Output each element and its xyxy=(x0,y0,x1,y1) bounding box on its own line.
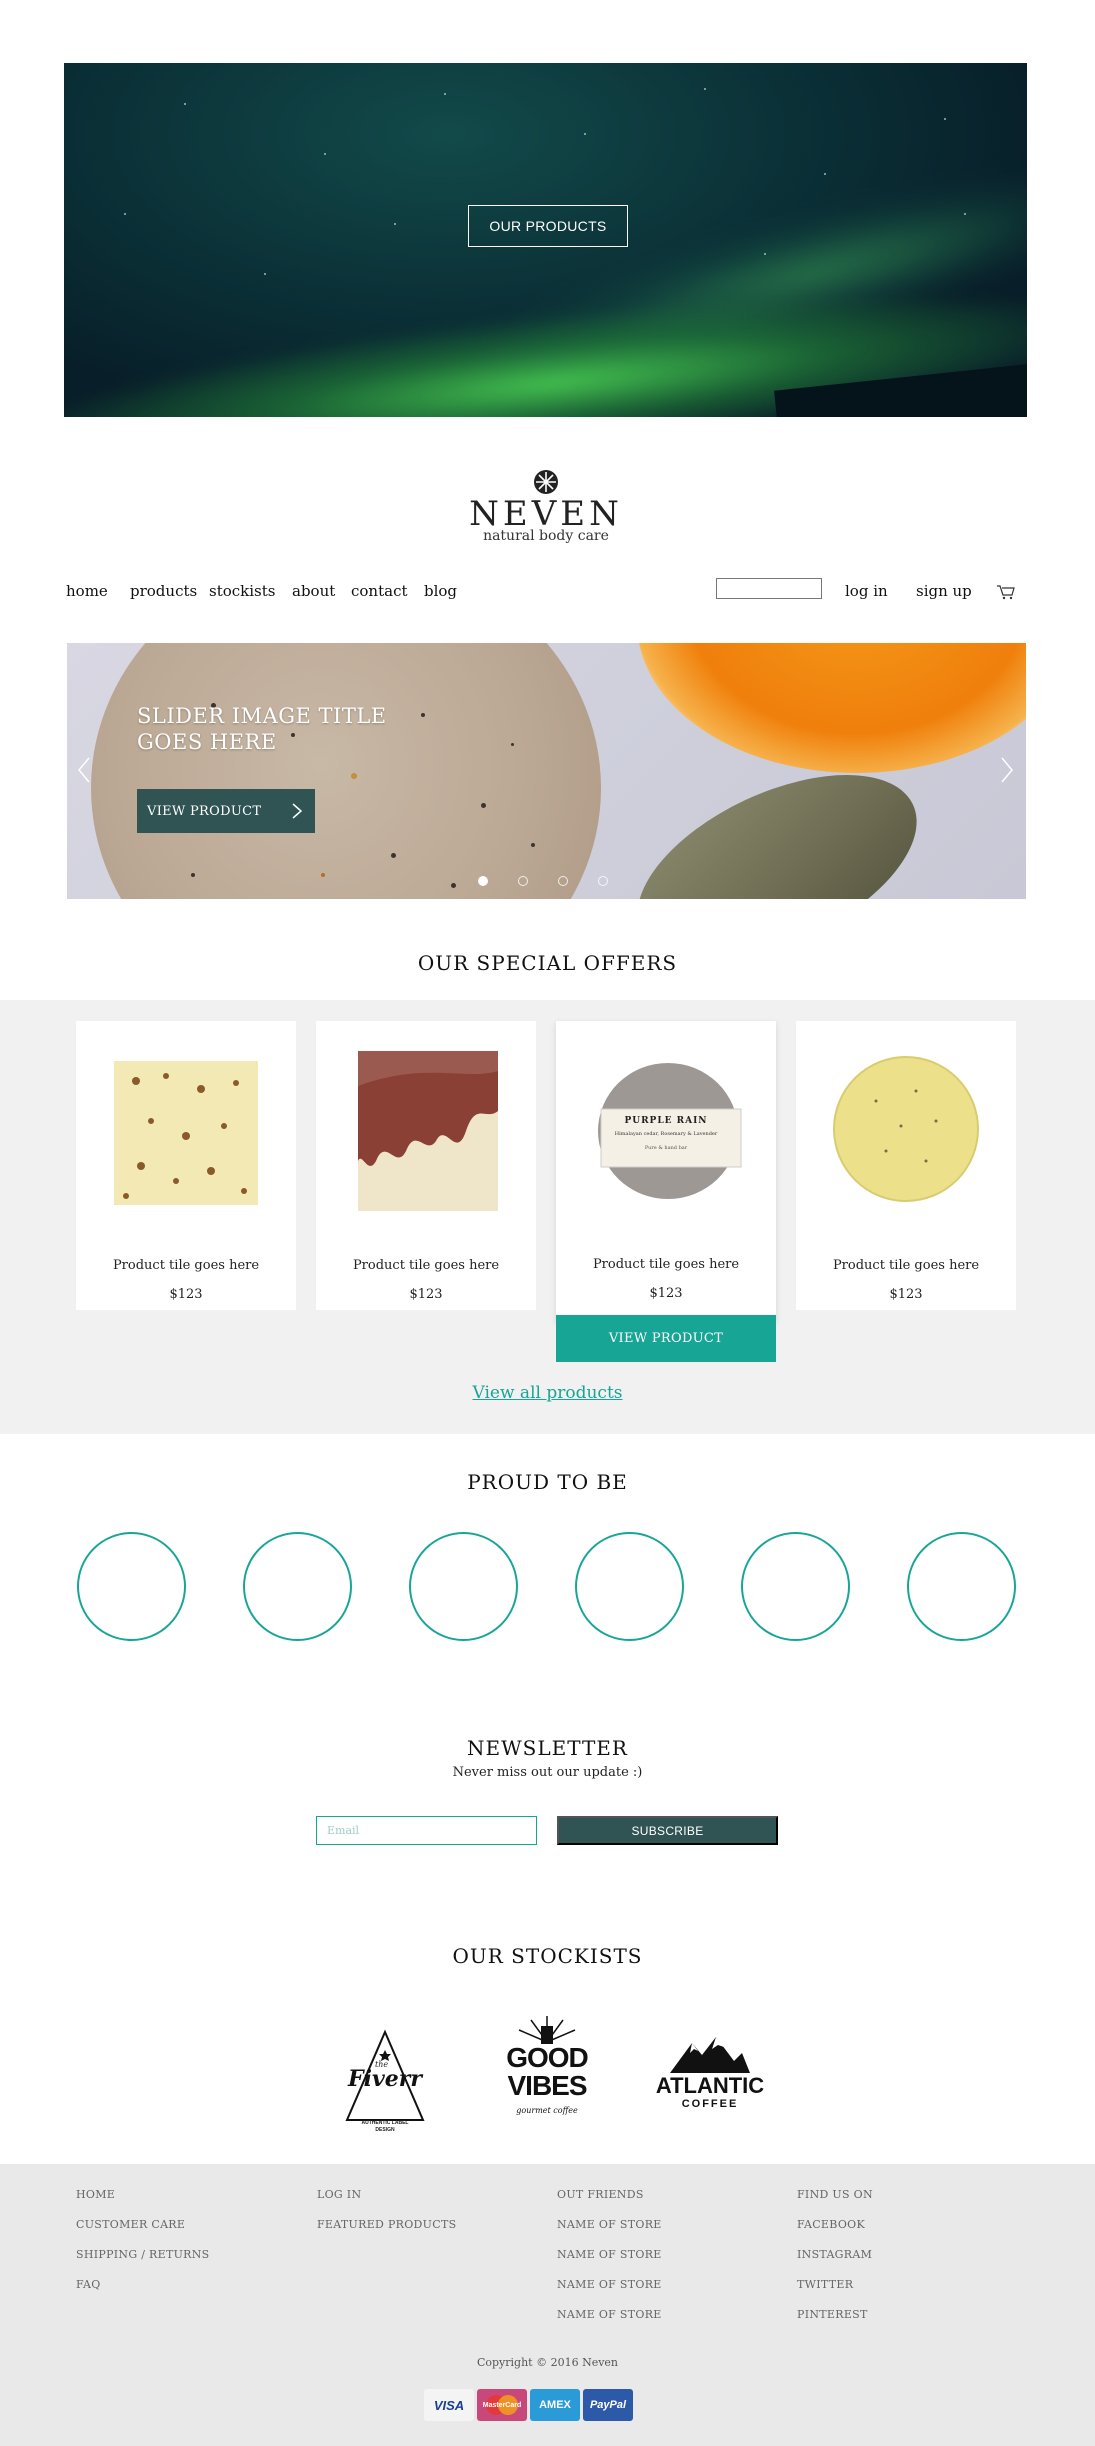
sunburst-icon xyxy=(518,2016,576,2044)
cart-icon[interactable] xyxy=(996,584,1016,600)
fiverr-sub: AUTHENTIC LABEL DESIGN xyxy=(361,2120,409,2133)
mastercard-label: MasterCard xyxy=(482,2401,522,2409)
stockists-title: OUR STOCKISTS xyxy=(452,1944,643,1968)
proud-badge-2 xyxy=(243,1532,352,1641)
slider-dot-1[interactable] xyxy=(478,876,488,886)
product-price: $123 xyxy=(649,1286,683,1301)
footer-customer-care[interactable]: CUSTOMER CARE xyxy=(76,2218,185,2231)
slide-view-product-button[interactable]: VIEW PRODUCT xyxy=(137,789,315,833)
soap-image xyxy=(91,643,601,899)
our-products-button[interactable]: OUR PRODUCTS xyxy=(468,205,628,247)
footer-store-1[interactable]: NAME OF STORE xyxy=(557,2218,662,2231)
login-link[interactable]: log in xyxy=(845,582,888,600)
soap-layered-image xyxy=(358,1051,498,1211)
footer-friends-heading: OUT FRIENDS xyxy=(557,2188,644,2201)
subscribe-button[interactable]: SUBSCRIBE xyxy=(557,1816,778,1845)
slider-prev-arrow-icon[interactable] xyxy=(77,756,91,784)
newsletter-title: NEWSLETTER xyxy=(467,1736,628,1760)
product-card-2[interactable]: Product tile goes here $123 xyxy=(316,1021,536,1310)
good-vibes-sub: gourmet coffee xyxy=(516,2106,578,2115)
product-view-button[interactable]: VIEW PRODUCT xyxy=(556,1315,776,1362)
footer-home[interactable]: HOME xyxy=(76,2188,115,2201)
product-card-3[interactable]: PURPLE RAIN Himalayan cedar, Rosemary & … xyxy=(556,1021,776,1321)
fiverr-name: Fiverr xyxy=(348,2066,422,2092)
product-price: $123 xyxy=(409,1287,443,1302)
visa-icon: VISA xyxy=(424,2389,474,2421)
newsletter-subtitle: Never miss out our update :) xyxy=(452,1765,643,1780)
email-field[interactable]: Email xyxy=(316,1816,537,1845)
nav-contact[interactable]: contact xyxy=(351,582,408,600)
slider-dot-2[interactable] xyxy=(518,876,528,886)
soap-round-image xyxy=(833,1056,979,1202)
proud-badge-3 xyxy=(409,1532,518,1641)
footer-store-2[interactable]: NAME OF STORE xyxy=(557,2248,662,2261)
product-card-1[interactable]: Product tile goes here $123 xyxy=(76,1021,296,1310)
nav-home[interactable]: home xyxy=(66,582,108,600)
nav-products[interactable]: products xyxy=(130,582,197,600)
search-input[interactable] xyxy=(716,578,822,599)
slider-dot-4[interactable] xyxy=(598,876,608,886)
product-card-4[interactable]: Product tile goes here $123 xyxy=(796,1021,1016,1310)
footer-featured-products[interactable]: FEATURED PRODUCTS xyxy=(317,2218,456,2231)
good-vibes-logo[interactable]: GOOD VIBES gourmet coffee xyxy=(505,2012,589,2142)
slider-next-arrow-icon[interactable] xyxy=(1000,756,1014,784)
nav-stockists[interactable]: stockists xyxy=(209,582,275,600)
soap-label-foot: Pure & hand bar xyxy=(644,1145,688,1151)
fiverr-logo[interactable]: the Fiverr AUTHENTIC LABEL DESIGN xyxy=(335,2010,435,2133)
footer-store-4[interactable]: NAME OF STORE xyxy=(557,2308,662,2321)
mastercard-icon: MasterCard xyxy=(477,2389,527,2421)
hero-slider[interactable]: SLIDER IMAGE TITLE GOES HERE VIEW PRODUC… xyxy=(67,643,1026,899)
special-offers-title: OUR SPECIAL OFFERS xyxy=(417,951,678,975)
soap-purple-rain-image xyxy=(598,1063,742,1199)
good-vibes-line1: GOOD xyxy=(506,2042,589,2073)
footer-shipping-returns[interactable]: SHIPPING / RETURNS xyxy=(76,2248,210,2261)
orange-image xyxy=(637,643,1026,773)
footer-twitter[interactable]: TWITTER xyxy=(797,2278,853,2291)
footer-faq[interactable]: FAQ xyxy=(76,2278,101,2291)
footer-login[interactable]: LOG IN xyxy=(317,2188,361,2201)
nav-about[interactable]: about xyxy=(292,582,335,600)
footer-find-us-heading: FIND US ON xyxy=(797,2188,873,2201)
slider-dot-3[interactable] xyxy=(558,876,568,886)
footer-pinterest[interactable]: PINTEREST xyxy=(797,2308,868,2321)
copyright: Copyright © 2016 Neven xyxy=(476,2356,619,2369)
product-price: $123 xyxy=(169,1287,203,1302)
footer-store-3[interactable]: NAME OF STORE xyxy=(557,2278,662,2291)
hero-banner: OUR PRODUCTS xyxy=(64,63,1027,417)
atlantic-line1: ATLANTIC xyxy=(655,2073,765,2098)
slide-button-label: VIEW PRODUCT xyxy=(147,803,262,819)
signup-link[interactable]: sign up xyxy=(916,582,972,600)
footer-facebook[interactable]: FACEBOOK xyxy=(797,2218,865,2231)
snowflake-logo-icon xyxy=(534,470,558,494)
product-title: Product tile goes here xyxy=(112,1258,260,1273)
amex-icon: AMEX xyxy=(530,2389,580,2421)
mountains-icon xyxy=(670,2037,750,2073)
soap-square-image xyxy=(114,1061,258,1205)
product-title: Product tile goes here xyxy=(592,1257,740,1272)
proud-badge-4 xyxy=(575,1532,684,1641)
nav-blog[interactable]: blog xyxy=(424,582,457,600)
atlantic-coffee-logo[interactable]: ATLANTIC COFFEE xyxy=(650,2035,770,2125)
brand-tagline: natural body care xyxy=(483,528,609,544)
product-title: Product tile goes here xyxy=(352,1258,500,1273)
soap-label-title: PURPLE RAIN xyxy=(624,1116,708,1126)
soap-label-sub: Himalayan cedar, Rosemary & Lavender xyxy=(614,1131,718,1137)
view-all-products-link[interactable]: View all products xyxy=(0,1383,1095,1403)
good-vibes-line2: VIBES xyxy=(507,2070,587,2101)
proud-badge-1 xyxy=(77,1532,186,1641)
proud-badge-6 xyxy=(907,1532,1016,1641)
proud-title: PROUD TO BE xyxy=(467,1470,628,1494)
paypal-icon: PayPal xyxy=(583,2389,633,2421)
footer-instagram[interactable]: INSTAGRAM xyxy=(797,2248,872,2261)
slide-title: SLIDER IMAGE TITLE GOES HERE xyxy=(137,704,387,754)
product-title: Product tile goes here xyxy=(832,1258,980,1273)
atlantic-line2: COFFEE xyxy=(681,2098,739,2110)
proud-badge-5 xyxy=(741,1532,850,1641)
product-price: $123 xyxy=(889,1287,923,1302)
chevron-right-icon xyxy=(292,803,303,819)
